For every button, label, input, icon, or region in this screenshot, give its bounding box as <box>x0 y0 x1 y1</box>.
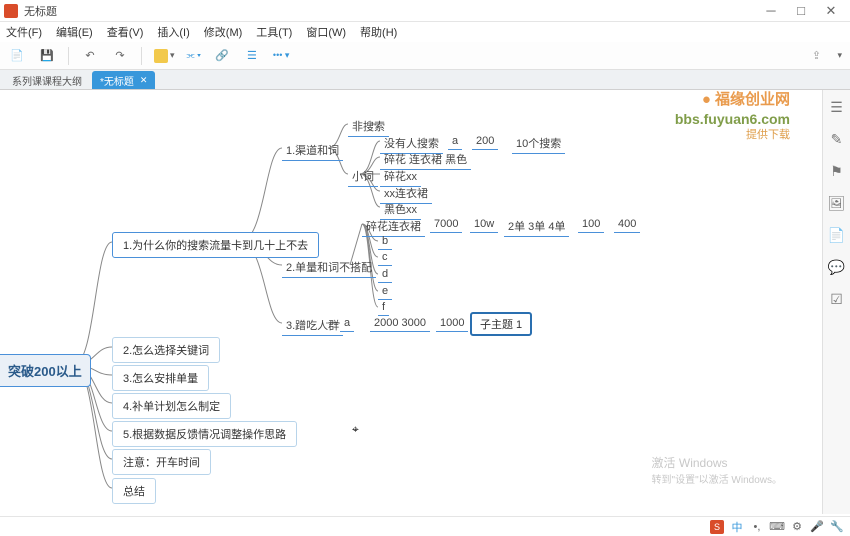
menu-file[interactable]: 文件(F) <box>6 24 42 40</box>
list-icon[interactable]: ☰ <box>243 47 261 65</box>
tray-lang-icon[interactable]: 中 <box>730 520 744 534</box>
node-feedback[interactable]: 5.根据数据反馈情况调整操作思路 <box>112 421 297 447</box>
task-icon[interactable]: ☑ <box>828 290 846 308</box>
root-node[interactable]: 突破200以上 <box>0 354 91 387</box>
node[interactable]: 100 <box>578 216 604 233</box>
node[interactable]: 2000 3000 <box>370 315 430 332</box>
color-picker[interactable]: ▾ <box>154 49 175 63</box>
menu-bar: 文件(F) 编辑(E) 查看(V) 插入(I) 修改(M) 工具(T) 窗口(W… <box>0 22 850 42</box>
outline-icon[interactable]: ☰ <box>828 98 846 116</box>
link-icon[interactable]: 🔗 <box>213 47 231 65</box>
undo-icon[interactable]: ↶ <box>81 47 99 65</box>
node[interactable]: 200 <box>472 133 498 150</box>
menu-view[interactable]: 查看(V) <box>107 24 144 40</box>
node-crowd[interactable]: 3.蹭吃人群 <box>282 315 343 336</box>
ime-icon[interactable]: S <box>710 520 724 534</box>
node-summary[interactable]: 总结 <box>112 478 156 504</box>
title-bar: 无标题 ─ □ ✕ <box>0 0 850 22</box>
node-mismatch[interactable]: 2.单量和词不搭配 <box>282 257 376 278</box>
node-smallword[interactable]: 小词 <box>348 166 378 187</box>
menu-modify[interactable]: 修改(M) <box>204 24 243 40</box>
comment-icon[interactable]: 💬 <box>828 258 846 276</box>
node-subtopic-selected[interactable]: 子主题 1 <box>470 312 532 336</box>
menu-edit[interactable]: 编辑(E) <box>56 24 93 40</box>
marker-icon[interactable]: ⚑ <box>828 162 846 180</box>
image-icon[interactable]: 🖼 <box>828 194 846 212</box>
save-icon[interactable]: 💾 <box>38 47 56 65</box>
node-attention[interactable]: 注意：开车时间 <box>112 449 211 475</box>
mouse-cursor: ⌖ <box>352 422 359 437</box>
format-icon[interactable]: ✎ <box>828 130 846 148</box>
node[interactable]: 7000 <box>430 216 462 233</box>
node[interactable]: b <box>378 233 392 250</box>
tab-close-icon[interactable]: ✕ <box>140 75 148 86</box>
menu-tools[interactable]: 工具(T) <box>256 24 292 40</box>
share-icon[interactable]: ⇪ <box>807 47 825 65</box>
tray-mic-icon[interactable]: 🎤 <box>810 520 824 534</box>
node[interactable]: a <box>340 315 354 332</box>
watermark-sub: 提供下载 <box>675 128 790 142</box>
node[interactable]: 400 <box>614 216 640 233</box>
tab-course-outline[interactable]: 系列课课程大纲 <box>4 71 90 89</box>
node[interactable]: 碎花连衣裙 <box>362 216 425 237</box>
separator <box>141 47 142 65</box>
tray-settings-icon[interactable]: ⚙ <box>790 520 804 534</box>
menu-insert[interactable]: 插入(I) <box>157 24 189 40</box>
mindmap-canvas[interactable]: 突破200以上 1.为什么你的搜索流量卡到几十上不去 2.怎么选择关键词 3.怎… <box>0 90 822 514</box>
node[interactable]: d <box>378 266 392 283</box>
tab-bar: 系列课课程大纲 *无标题 ✕ <box>0 70 850 90</box>
node[interactable]: 10个搜索 <box>512 133 565 154</box>
node-channel[interactable]: 1.渠道和词 <box>282 140 343 161</box>
node-plan[interactable]: 4.补单计划怎么制定 <box>112 393 231 419</box>
node[interactable]: c <box>378 249 392 266</box>
node[interactable]: a <box>448 133 462 150</box>
new-file-icon[interactable]: 📄 <box>8 47 26 65</box>
activate-sub: 转到"设置"以激活 Windows。 <box>652 471 782 486</box>
app-icon <box>4 4 18 18</box>
menu-help[interactable]: 帮助(H) <box>360 24 397 40</box>
minimize-button[interactable]: ─ <box>756 1 786 21</box>
tray-keyboard-icon[interactable]: ⌨ <box>770 520 784 534</box>
maximize-button[interactable]: □ <box>786 1 816 21</box>
watermark: ●福缘创业网 bbs.fuyuan6.com 提供下载 <box>675 90 790 142</box>
right-sidebar: ☰ ✎ ⚑ 🖼 📄 💬 ☑ <box>822 90 850 514</box>
node-reason[interactable]: 1.为什么你的搜索流量卡到几十上不去 <box>112 232 319 258</box>
node[interactable]: 1000 <box>436 315 468 332</box>
tab-untitled[interactable]: *无标题 ✕ <box>92 71 155 89</box>
system-tray: S 中 •, ⌨ ⚙ 🎤 🔧 <box>0 516 850 536</box>
redo-icon[interactable]: ↷ <box>111 47 129 65</box>
tray-tool-icon[interactable]: 🔧 <box>830 520 844 534</box>
link-tool[interactable]: ⫘ ▾ <box>187 50 201 61</box>
node[interactable]: 10w <box>470 216 498 233</box>
windows-activation-watermark: 激活 Windows 转到"设置"以激活 Windows。 <box>652 454 782 486</box>
note-icon[interactable]: 📄 <box>828 226 846 244</box>
node-keyword[interactable]: 2.怎么选择关键词 <box>112 337 220 363</box>
node-volume[interactable]: 3.怎么安排单量 <box>112 365 209 391</box>
tab-label: 系列课课程大纲 <box>12 73 82 88</box>
watermark-title: 福缘创业网 <box>715 91 790 108</box>
watermark-url: bbs.fuyuan6.com <box>675 110 790 128</box>
tab-label: *无标题 <box>100 73 134 88</box>
node[interactable]: 2单 3单 4单 <box>504 216 569 237</box>
window-title: 无标题 <box>24 3 756 19</box>
menu-window[interactable]: 窗口(W) <box>306 24 346 40</box>
close-button[interactable]: ✕ <box>816 1 846 21</box>
node[interactable]: f <box>378 299 389 316</box>
toolbar-menu[interactable]: ▾ <box>837 50 842 61</box>
more-tools[interactable]: ••• ▾ <box>273 50 289 61</box>
node[interactable]: e <box>378 283 392 300</box>
separator <box>68 47 69 65</box>
activate-title: 激活 Windows <box>652 454 782 471</box>
toolbar: 📄 💾 ↶ ↷ ▾ ⫘ ▾ 🔗 ☰ ••• ▾ ⇪ ▾ <box>0 42 850 70</box>
tray-char-icon[interactable]: •, <box>750 520 764 534</box>
